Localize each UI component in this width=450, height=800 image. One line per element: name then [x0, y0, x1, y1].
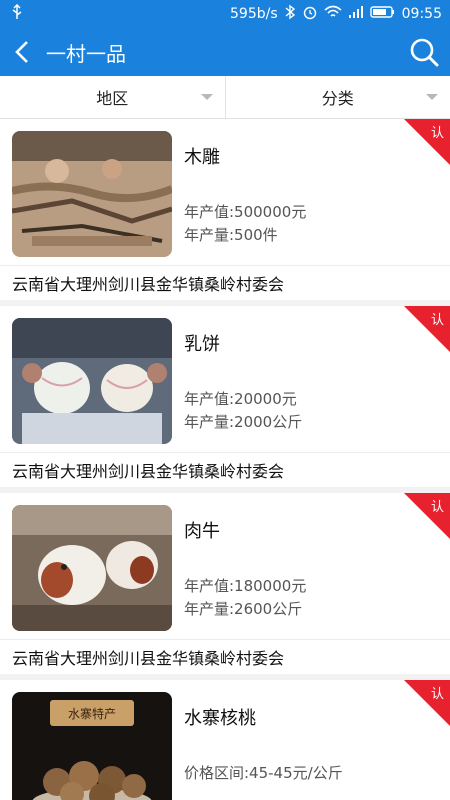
- product-meta: 年产值:20000元 年产量:2000公斤: [184, 388, 302, 434]
- certified-badge-text: 认: [430, 313, 444, 328]
- product-thumbnail: [12, 318, 172, 444]
- back-button[interactable]: [0, 28, 44, 76]
- product-thumbnail: 水寨特产: [12, 692, 172, 800]
- annual-output-value: 年产值:500000元: [184, 203, 307, 221]
- product-location: 云南省大理州剑川县金华镇桑岭村委会: [0, 452, 450, 487]
- product-location: 云南省大理州剑川县金华镇桑岭村委会: [0, 639, 450, 674]
- list-item[interactable]: 木雕 年产值:500000元 年产量:500件 云南省大理州剑川县金华镇桑岭村委…: [0, 119, 450, 300]
- certified-badge-text: 认: [430, 687, 444, 702]
- chevron-down-icon: [426, 94, 438, 100]
- product-list: 木雕 年产值:500000元 年产量:500件 云南省大理州剑川县金华镇桑岭村委…: [0, 119, 450, 800]
- product-thumbnail: [12, 131, 172, 257]
- certified-badge-text: 认: [430, 126, 444, 141]
- usb-icon: [10, 3, 24, 24]
- certified-badge: 认: [404, 680, 450, 726]
- product-name: 乳饼: [184, 334, 220, 355]
- annual-output-value: 年产值:20000元: [184, 390, 297, 408]
- category-filter[interactable]: 分类: [224, 76, 450, 118]
- network-speed: 595b/s: [230, 6, 278, 22]
- region-filter-label: 地区: [96, 89, 129, 108]
- wifi-icon: [324, 5, 342, 23]
- category-filter-label: 分类: [321, 89, 354, 108]
- alarm-icon: [302, 4, 318, 24]
- product-name: 水寨核桃: [184, 708, 256, 729]
- product-meta: 年产值:500000元 年产量:500件: [184, 201, 306, 247]
- battery-icon: [369, 5, 396, 23]
- list-item[interactable]: 乳饼 年产值:20000元 年产量:2000公斤 云南省大理州剑川县金华镇桑岭村…: [0, 306, 450, 487]
- annual-output-quantity: 年产量:500件: [184, 226, 278, 244]
- annual-output-quantity: 年产量:2000公斤: [184, 413, 303, 431]
- product-meta: 价格区间:45-45元/公斤: [184, 762, 343, 785]
- certified-badge-text: 认: [430, 500, 444, 515]
- page-title: 一村一品: [46, 41, 126, 66]
- status-bar: 595b/s 09:55: [0, 0, 450, 28]
- back-arrow-icon: [15, 41, 28, 63]
- annual-output-value: 年产值:180000元: [184, 577, 307, 595]
- chevron-down-icon: [200, 94, 213, 100]
- app-bar: 一村一品: [0, 28, 450, 76]
- annual-output-quantity: 年产量:2600公斤: [184, 600, 303, 618]
- search-button[interactable]: [408, 36, 440, 68]
- product-meta: 年产值:180000元 年产量:2600公斤: [184, 575, 306, 621]
- bluetooth-icon: [284, 4, 296, 24]
- search-icon: [410, 38, 439, 67]
- clock-time: 09:55: [401, 6, 442, 22]
- product-thumbnail: [12, 505, 172, 631]
- signal-icon: [348, 5, 364, 23]
- thumbnail-label: 水寨特产: [68, 706, 116, 721]
- certified-badge: 认: [404, 306, 450, 352]
- product-name: 木雕: [184, 147, 220, 168]
- certified-badge: 认: [404, 119, 450, 165]
- region-filter[interactable]: 地区: [0, 76, 225, 118]
- list-item[interactable]: 肉牛 年产值:180000元 年产量:2600公斤 云南省大理州剑川县金华镇桑岭…: [0, 493, 450, 674]
- product-name: 肉牛: [184, 521, 220, 542]
- filter-bar: 地区 分类: [0, 76, 450, 119]
- price-range: 价格区间:45-45元/公斤: [184, 764, 343, 782]
- certified-badge: 认: [404, 493, 450, 539]
- list-item[interactable]: 水寨特产 水寨核桃 价格区间:45-45元/公斤 认: [0, 680, 450, 800]
- product-location: 云南省大理州剑川县金华镇桑岭村委会: [0, 265, 450, 300]
